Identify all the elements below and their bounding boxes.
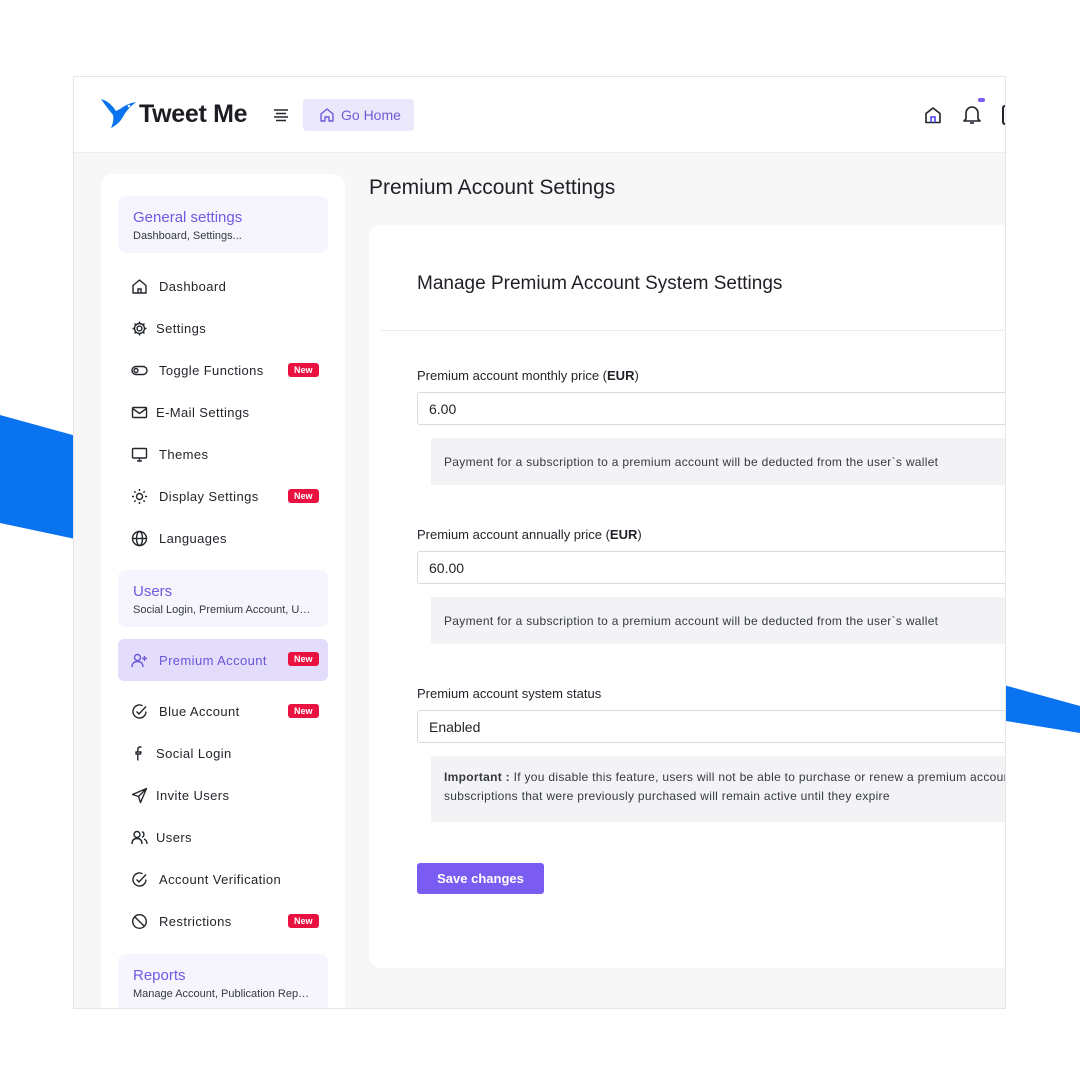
sidebar-item-label: Account Verification [159,871,282,887]
section-subtitle: Dashboard, Settings... [133,230,242,242]
sidebar-item-email-settings[interactable]: E-Mail Settings [118,392,328,432]
menu-icon[interactable] [273,107,289,123]
sidebar-item-label: Toggle Functions [159,362,264,378]
annual-price-label: Premium account annually price (EUR) [417,527,642,542]
settings-card: Manage Premium Account System Settings P… [369,225,1006,968]
monthly-price-label: Premium account monthly price (EUR) [417,368,639,383]
hint-text-line2: subscriptions that were previously purch… [444,789,890,803]
page-title: Premium Account Settings [369,176,616,199]
sidebar-item-blue-account[interactable]: Blue Account New [118,691,328,731]
section-subtitle: Social Login, Premium Account, Users... [133,604,315,616]
mail-icon [131,404,148,421]
send-icon [131,787,148,804]
section-title: Users [133,583,173,600]
notification-dot [978,98,985,102]
system-status-select[interactable]: Enabled [417,710,1005,743]
decor-shape-right [1000,684,1080,733]
sidebar-item-invite-users[interactable]: Invite Users [118,775,328,815]
sidebar-item-label: Languages [159,530,227,546]
new-badge: New [288,489,319,503]
section-users[interactable]: Users Social Login, Premium Account, Use… [118,570,328,627]
check-circle-icon [131,703,148,720]
sidebar-item-themes[interactable]: Themes [118,434,328,474]
new-badge: New [288,704,319,718]
bird-logo-icon [101,99,136,128]
sidebar-item-label: Premium Account [159,652,267,668]
sidebar-item-account-verification[interactable]: Account Verification [118,859,328,899]
sidebar-item-label: Restrictions [159,913,232,929]
sidebar-item-social-login[interactable]: Social Login [118,733,328,773]
section-title: Reports [133,967,186,984]
sidebar-item-premium-account[interactable]: Premium Account New [118,639,328,681]
system-status-label: Premium account system status [417,686,602,701]
annual-price-hint: Payment for a subscription to a premium … [431,597,1005,644]
monthly-price-input[interactable]: 6.00 [417,392,1005,425]
hint-text-line1: If you disable this feature, users will … [509,770,1006,784]
avatar-icon[interactable] [1002,105,1005,125]
new-badge: New [288,914,319,928]
sidebar-item-restrictions[interactable]: Restrictions New [118,901,328,941]
section-reports[interactable]: Reports Manage Account, Publication Repo… [118,954,328,1008]
important-label: Important : [444,770,510,784]
section-general-settings[interactable]: General settings Dashboard, Settings... [118,196,328,253]
monthly-price-hint: Payment for a subscription to a premium … [431,438,1005,485]
decor-shape-left [0,415,80,540]
brand-name: Tweet Me [139,100,248,128]
monitor-icon [131,446,148,463]
sidebar-item-label: Users [156,829,192,845]
check-circle-icon [131,871,148,888]
app-window: Tweet Me Go Home General settings Dashbo… [73,76,1006,1009]
facebook-icon [131,745,148,762]
user-plus-icon [131,652,148,669]
top-bar: Tweet Me Go Home [74,77,1005,153]
users-icon [131,829,148,846]
go-home-label: Go Home [341,107,401,123]
sidebar-item-languages[interactable]: Languages [118,518,328,558]
sidebar-item-label: E-Mail Settings [156,404,250,420]
ban-icon [131,913,148,930]
toggle-icon [131,362,148,379]
go-home-button[interactable]: Go Home [303,99,414,131]
sidebar-item-display-settings[interactable]: Display Settings New [118,476,328,516]
section-title: General settings [133,209,243,226]
sidebar-item-label: Social Login [156,745,232,761]
sidebar-item-label: Dashboard [159,278,227,294]
sidebar-item-label: Invite Users [156,787,230,803]
sidebar-item-label: Themes [159,446,209,462]
new-badge: New [288,652,319,666]
annual-price-input[interactable]: 60.00 [417,551,1005,584]
sidebar-item-toggle-functions[interactable]: Toggle Functions New [118,350,328,390]
divider [381,330,1005,331]
gear-icon [131,320,148,337]
home-icon [320,108,334,122]
globe-icon [131,530,148,547]
sidebar-item-label: Blue Account [159,703,240,719]
home-icon[interactable] [923,105,943,125]
sidebar: General settings Dashboard, Settings... … [101,174,345,1008]
system-status-hint: Important : If you disable this feature,… [431,756,1006,822]
save-changes-button[interactable]: Save changes [417,863,544,894]
sidebar-item-dashboard[interactable]: Dashboard [118,266,328,306]
sidebar-item-label: Settings [156,320,207,336]
sidebar-item-settings[interactable]: Settings [118,308,328,348]
bell-icon[interactable] [961,103,983,125]
home-icon [131,278,148,295]
sun-icon [131,488,148,505]
sidebar-item-users[interactable]: Users [118,817,328,857]
sidebar-item-label: Display Settings [159,488,259,504]
new-badge: New [288,363,319,377]
section-subtitle: Manage Account, Publication Reports... [133,988,315,1000]
card-title: Manage Premium Account System Settings [417,273,783,294]
